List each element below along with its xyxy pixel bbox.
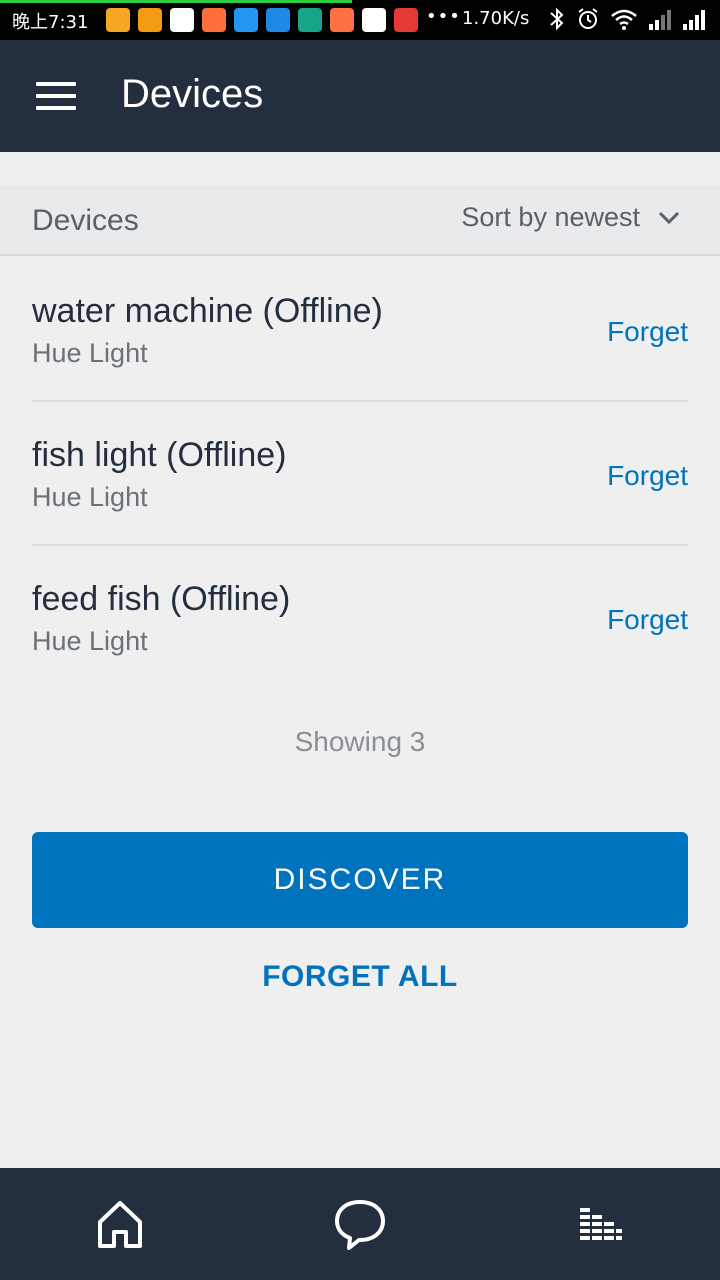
discover-button[interactable]: DISCOVER: [32, 832, 688, 928]
device-name: fish light (Offline): [32, 436, 287, 474]
list-header-label: Devices: [32, 204, 139, 237]
app-bar: Devices: [0, 40, 720, 152]
home-icon[interactable]: [92, 1196, 148, 1252]
notification-icon: [138, 8, 162, 32]
system-icons: [548, 6, 710, 32]
download-progress-bar: [0, 0, 352, 3]
page-title: Devices: [121, 72, 264, 116]
hamburger-menu-icon[interactable]: [36, 82, 76, 110]
signal-icon: [649, 10, 671, 30]
notification-icon: [266, 8, 290, 32]
notification-icon: [330, 8, 354, 32]
device-type: Hue Light: [32, 482, 148, 512]
status-bar: 晚上7:31 ••• 1.70K/s: [0, 0, 720, 40]
notification-icon: [106, 8, 130, 32]
chevron-down-icon: [658, 211, 680, 224]
notification-icon: [202, 8, 226, 32]
forget-all-button[interactable]: FORGET ALL: [0, 960, 720, 994]
notification-icon: [234, 8, 258, 32]
device-row[interactable]: feed fish (Offline) Hue Light Forget: [32, 546, 688, 690]
wifi-icon: [611, 9, 637, 30]
device-name: feed fish (Offline): [32, 580, 291, 618]
sort-dropdown[interactable]: Sort by newest: [461, 202, 680, 233]
showing-count: Showing 3: [294, 726, 426, 757]
forget-button[interactable]: Forget: [607, 460, 688, 492]
device-row[interactable]: fish light (Offline) Hue Light Forget: [32, 402, 688, 546]
status-time: 晚上7:31: [12, 12, 89, 33]
network-speed: 1.70K/s: [462, 8, 530, 29]
notification-icon: [298, 8, 322, 32]
bluetooth-icon: [550, 7, 564, 31]
chat-icon[interactable]: [332, 1196, 388, 1252]
device-name: water machine (Offline): [32, 292, 383, 330]
alarm-icon: [578, 8, 598, 29]
sort-label: Sort by newest: [461, 202, 640, 232]
forget-button[interactable]: Forget: [607, 316, 688, 348]
device-row[interactable]: water machine (Offline) Hue Light Forget: [32, 258, 688, 402]
notification-icon: [362, 8, 386, 32]
list-header: Devices Sort by newest: [0, 186, 720, 256]
forget-button[interactable]: Forget: [607, 604, 688, 636]
bottom-nav: [0, 1168, 720, 1280]
notification-icon: [394, 8, 418, 32]
device-type: Hue Light: [32, 338, 148, 368]
equalizer-icon[interactable]: [572, 1196, 628, 1252]
notification-icons: [106, 8, 418, 32]
signal-icon: [683, 10, 705, 30]
more-notifications-dots: •••: [426, 6, 461, 27]
device-type: Hue Light: [32, 626, 148, 656]
notification-icon: [170, 8, 194, 32]
